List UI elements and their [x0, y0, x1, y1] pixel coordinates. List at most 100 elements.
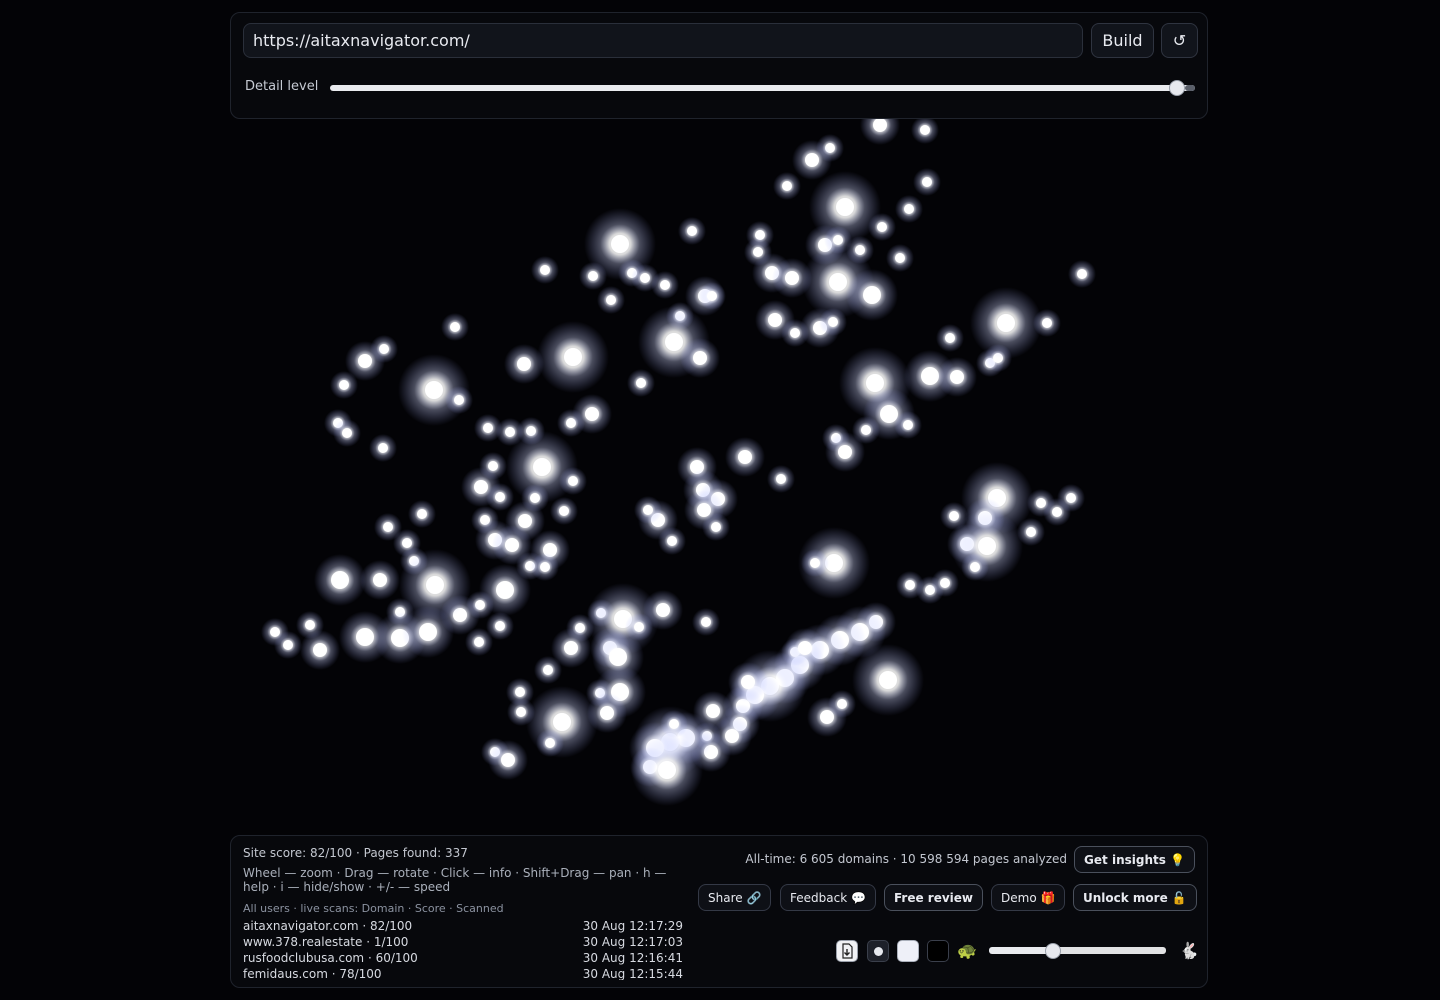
graph-node[interactable] — [515, 687, 525, 697]
refresh-button[interactable]: ↺ — [1161, 23, 1198, 58]
graph-node[interactable] — [810, 558, 820, 568]
graph-node[interactable] — [1066, 493, 1076, 503]
graph-node[interactable] — [945, 333, 955, 343]
graph-node[interactable] — [342, 428, 352, 438]
list-item[interactable]: femidaus.com · 78/100 30 Aug 12:15:44 — [243, 966, 683, 980]
graph-nodes[interactable] — [261, 105, 1096, 806]
graph-node[interactable] — [782, 181, 792, 191]
graph-node[interactable] — [836, 198, 854, 216]
graph-node[interactable] — [339, 380, 349, 390]
graph-node[interactable] — [540, 562, 550, 572]
graph-node[interactable] — [1042, 318, 1052, 328]
graph-node[interactable] — [600, 706, 614, 720]
graph-node[interactable] — [997, 314, 1015, 332]
graph-node[interactable] — [495, 621, 505, 631]
graph-node[interactable] — [687, 226, 697, 236]
graph-node[interactable] — [426, 576, 444, 594]
graph-node[interactable] — [833, 235, 843, 245]
graph-node[interactable] — [454, 395, 464, 405]
graph-node[interactable] — [553, 713, 571, 731]
graph-node[interactable] — [1026, 527, 1036, 537]
graph-node[interactable] — [495, 492, 505, 502]
graph-node[interactable] — [356, 628, 374, 646]
live-scans-list[interactable]: aitaxnavigator.com · 82/100 30 Aug 12:17… — [243, 918, 683, 980]
graph-node[interactable] — [564, 348, 582, 366]
graph-node[interactable] — [383, 522, 393, 532]
graph-node[interactable] — [559, 506, 569, 516]
graph-node[interactable] — [667, 536, 677, 546]
graph-node[interactable] — [805, 153, 819, 167]
graph-node[interactable] — [568, 476, 578, 486]
graph-node[interactable] — [530, 493, 540, 503]
light-theme-button[interactable] — [897, 940, 919, 962]
graph-node[interactable] — [517, 357, 531, 371]
graph-node[interactable] — [950, 370, 964, 384]
graph-node[interactable] — [402, 538, 412, 548]
graph-node[interactable] — [903, 420, 913, 430]
graph-node[interactable] — [516, 707, 526, 717]
graph-node[interactable] — [895, 253, 905, 263]
speed-slider-handle[interactable] — [1045, 943, 1061, 959]
graph-node[interactable] — [768, 313, 782, 327]
graph-node[interactable] — [505, 427, 515, 437]
graph-node[interactable] — [505, 538, 519, 552]
graph-node[interactable] — [785, 271, 799, 285]
graph-node[interactable] — [829, 273, 847, 291]
get-insights-button[interactable]: Get insights 💡 — [1074, 846, 1195, 873]
graph-node[interactable] — [496, 581, 514, 599]
graph-node[interactable] — [753, 247, 763, 257]
graph-node[interactable] — [564, 641, 578, 655]
graph-node[interactable] — [540, 265, 550, 275]
graph-node[interactable] — [373, 573, 387, 587]
dark-theme-button[interactable] — [927, 940, 949, 962]
graph-node[interactable] — [518, 514, 532, 528]
graph-node[interactable] — [474, 637, 484, 647]
graph-node[interactable] — [970, 562, 980, 572]
unlock-more-button[interactable]: Unlock more 🔓 — [1073, 884, 1197, 911]
graph-node[interactable] — [585, 407, 599, 421]
graph-node[interactable] — [669, 719, 679, 729]
graph-node[interactable] — [711, 522, 721, 532]
graph-node[interactable] — [798, 641, 812, 655]
graph-node[interactable] — [665, 333, 683, 351]
graph-node[interactable] — [474, 480, 488, 494]
graph-node[interactable] — [738, 450, 752, 464]
graph-node[interactable] — [949, 511, 959, 521]
graph-node[interactable] — [921, 367, 939, 385]
graph-node[interactable] — [501, 753, 515, 767]
graph-node[interactable] — [588, 271, 598, 281]
graph-node[interactable] — [940, 578, 950, 588]
graph-node[interactable] — [879, 671, 897, 689]
graph-node[interactable] — [533, 458, 551, 476]
graph-node[interactable] — [658, 761, 676, 779]
share-button[interactable]: Share 🔗 — [698, 884, 772, 911]
graph-node[interactable] — [609, 648, 627, 666]
graph-node[interactable] — [417, 509, 427, 519]
graph-node[interactable] — [331, 571, 349, 589]
graph-node[interactable] — [790, 328, 800, 338]
graph-node[interactable] — [611, 235, 629, 253]
graph-node[interactable] — [861, 425, 871, 435]
detail-level-handle[interactable] — [1169, 80, 1185, 96]
graph-node[interactable] — [863, 286, 881, 304]
node-style-button[interactable] — [867, 940, 889, 962]
graph-node[interactable] — [358, 354, 372, 368]
graph-node[interactable] — [656, 603, 670, 617]
graph-node[interactable] — [697, 503, 711, 517]
speed-slider[interactable] — [989, 947, 1051, 954]
graph-node[interactable] — [283, 640, 293, 650]
free-review-button[interactable]: Free review — [884, 884, 984, 911]
graph-node[interactable] — [483, 423, 493, 433]
graph-node[interactable] — [693, 351, 707, 365]
graph-node[interactable] — [877, 222, 887, 232]
graph-node[interactable] — [741, 675, 755, 689]
graph-node[interactable] — [425, 381, 443, 399]
graph-node[interactable] — [313, 643, 327, 657]
build-button[interactable]: Build — [1091, 23, 1154, 58]
graph-node[interactable] — [636, 378, 646, 388]
graph-node[interactable] — [305, 620, 315, 630]
graph-node[interactable] — [643, 505, 653, 515]
graph-node[interactable] — [543, 665, 553, 675]
graph-node[interactable] — [419, 623, 437, 641]
graph-node[interactable] — [634, 622, 644, 632]
